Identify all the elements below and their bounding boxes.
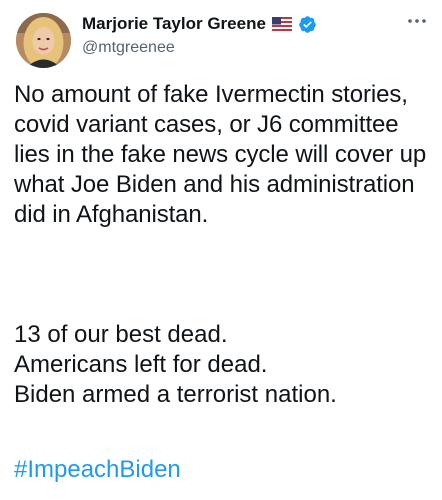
hashtag-link[interactable]: #ImpeachBiden <box>14 455 181 485</box>
tweet-line: 13 of our best dead. <box>14 321 228 348</box>
more-options-icon[interactable] <box>406 10 428 32</box>
profile-photo-icon <box>16 13 71 68</box>
avatar[interactable] <box>16 13 71 68</box>
tweet-line: Biden armed a terrorist nation. <box>14 381 337 408</box>
tweet-text: No amount of fake Ivermectin stories, co… <box>14 80 432 230</box>
author-handle[interactable]: @mtgreenee <box>82 39 175 57</box>
tweet-card: Marjorie Taylor Greene @mtgreenee No amo… <box>0 0 442 500</box>
tweet-paragraph: No amount of fake Ivermectin stories, co… <box>14 81 427 228</box>
tweet-line: Americans left for dead. <box>14 351 268 378</box>
verified-badge-icon <box>298 15 317 34</box>
author-display-name[interactable]: Marjorie Taylor Greene <box>82 14 266 34</box>
us-flag-icon <box>271 17 292 31</box>
author-name-row: Marjorie Taylor Greene <box>82 13 317 35</box>
tweet-paragraph-2: 13 of our best dead. Americans left for … <box>14 320 432 410</box>
